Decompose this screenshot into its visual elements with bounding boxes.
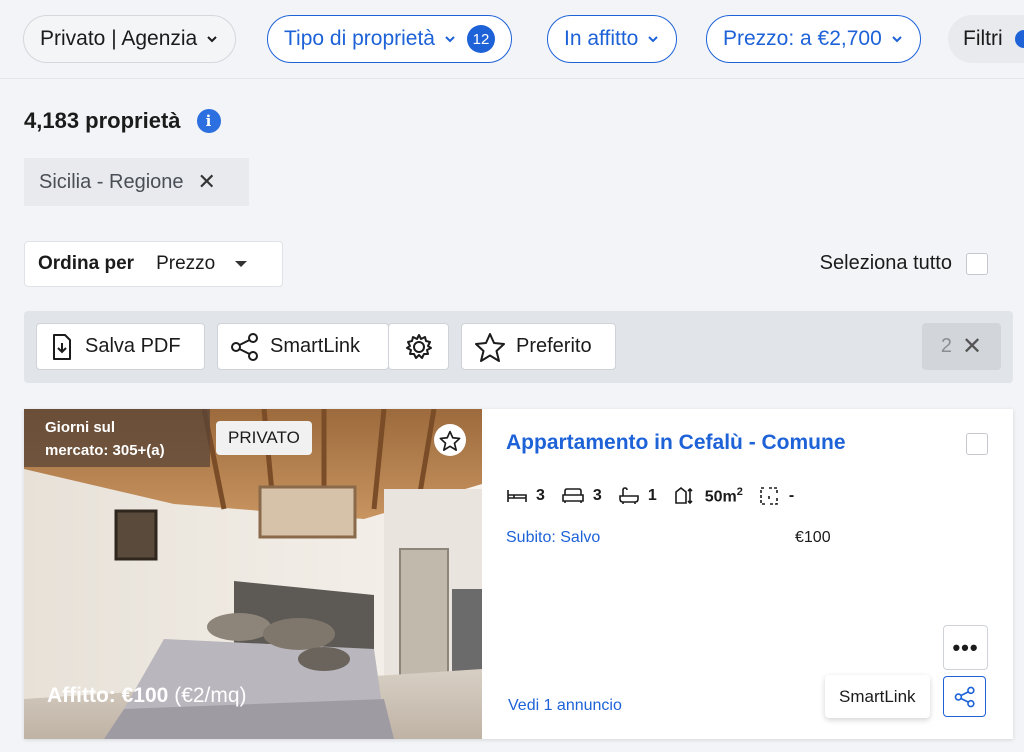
save-pdf-button[interactable]: Salva PDF (36, 323, 205, 370)
area-unit-superscript: 2 (736, 486, 743, 498)
floor-value: - (788, 487, 795, 505)
chevron-down-icon (207, 36, 217, 43)
bed-icon (507, 490, 527, 503)
pdf-download-icon (53, 333, 71, 360)
sort-label: Ordina per (38, 253, 135, 274)
info-icon[interactable]: i (196, 109, 221, 133)
share-icon (954, 686, 975, 707)
gear-icon (405, 333, 432, 359)
smartlink-label: SmartLink (270, 335, 361, 357)
more-filters-label: Filtri (963, 27, 1003, 50)
sofas-feature: 3 (561, 487, 602, 505)
sort-value: Prezzo (156, 253, 216, 274)
private-agency-label: Privato | Agenzia (40, 27, 198, 50)
price-label: Prezzo: a €2,700 (723, 27, 882, 50)
bathrooms-count: 1 (647, 487, 657, 505)
sofa-icon (562, 488, 584, 504)
bathtub-icon (619, 487, 639, 505)
smartlink-button[interactable]: SmartLink (217, 323, 389, 370)
listing-checkbox[interactable] (966, 433, 988, 455)
select-all-label: Seleziona tutto (819, 252, 952, 274)
floor-feature: - (759, 486, 794, 506)
bedrooms-feature: 3 (506, 487, 545, 505)
bathrooms-feature: 1 (618, 487, 657, 505)
region-chip-label: Sicilia - Regione (39, 170, 184, 193)
sofas-count: 3 (592, 487, 602, 505)
area-icon (674, 487, 693, 505)
area-value: 50m2 (705, 486, 743, 506)
smartlink-tooltip: SmartLink (825, 675, 930, 718)
share-icon (231, 332, 258, 361)
listing-features: 3 3 1 50m2 - (506, 486, 810, 506)
chevron-down-icon (892, 36, 902, 43)
smartlink-settings-button[interactable] (388, 323, 449, 370)
close-icon: ✕ (962, 333, 983, 360)
see-listings-link[interactable]: Vedi 1 annuncio (508, 697, 622, 715)
price-filter[interactable]: Prezzo: a €2,700 (706, 15, 921, 63)
sort-dropdown[interactable]: Ordina per Prezzo (24, 241, 283, 287)
private-badge: PRIVATO (216, 421, 312, 455)
save-pdf-label: Salva PDF (85, 335, 181, 357)
results-count-label: 4,183 proprietà (24, 108, 181, 133)
area-number: 50m (704, 488, 737, 506)
floorplan-icon (760, 487, 778, 505)
rent-price: Affitto: €100 (47, 684, 169, 707)
days-on-market: Giorni sul mercato: 305+(a) (24, 409, 210, 467)
property-type-count-badge: 12 (466, 25, 495, 53)
price-per-sqm: (€2/mq) (174, 684, 247, 707)
property-type-filter[interactable]: Tipo di proprietà 12 (267, 15, 512, 63)
clear-selection-button[interactable]: 2 ✕ (922, 323, 1001, 370)
selected-count: 2 (940, 335, 952, 357)
chevron-down-icon (445, 36, 455, 43)
area-feature: 50m2 (673, 486, 743, 506)
property-type-label: Tipo di proprietà (284, 27, 435, 50)
favorite-label: Preferito (516, 335, 592, 357)
listing-title[interactable]: Appartamento in Cefalù - Comune (506, 431, 846, 455)
agent-link[interactable]: Subito: Salvo (506, 529, 600, 547)
star-icon (475, 332, 505, 362)
filters-indicator-icon (1014, 30, 1024, 48)
select-all: Seleziona tutto (820, 252, 988, 275)
select-all-checkbox[interactable] (966, 252, 988, 275)
favorite-button[interactable]: Preferito (461, 323, 616, 370)
rent-label: In affitto (564, 27, 639, 50)
action-toolbar: Salva PDF SmartLink Preferito 2 ✕ (24, 311, 1013, 383)
favorite-star-button[interactable] (434, 424, 466, 456)
more-options-button[interactable]: ••• (943, 625, 988, 670)
agent-price: €100 (795, 529, 831, 546)
listing-card[interactable]: Giorni sul mercato: 305+(a) PRIVATO Affi… (24, 409, 1013, 739)
listing-price: Affitto: €100 (€2/mq) (47, 684, 247, 708)
days-on-market-line2: mercato: 305+(a) (45, 442, 165, 459)
chevron-down-icon (648, 36, 659, 43)
region-chip: Sicilia - Regione ✕ (24, 158, 249, 206)
bedrooms-count: 3 (536, 487, 545, 505)
more-filters-button[interactable]: Filtri (948, 15, 1024, 63)
private-agency-filter[interactable]: Privato | Agenzia (23, 15, 237, 63)
share-button[interactable] (943, 676, 986, 717)
rent-filter[interactable]: In affitto (547, 15, 678, 63)
close-icon[interactable]: ✕ (198, 169, 216, 195)
results-count: 4,183 proprietà i (24, 108, 221, 134)
caret-down-icon (235, 261, 248, 267)
listing-photo[interactable]: Giorni sul mercato: 305+(a) PRIVATO Affi… (24, 409, 482, 739)
filter-bar: Privato | Agenzia Tipo di proprietà 12 I… (0, 0, 1024, 79)
days-on-market-line1: Giorni sul (45, 419, 116, 436)
star-icon (439, 430, 461, 451)
